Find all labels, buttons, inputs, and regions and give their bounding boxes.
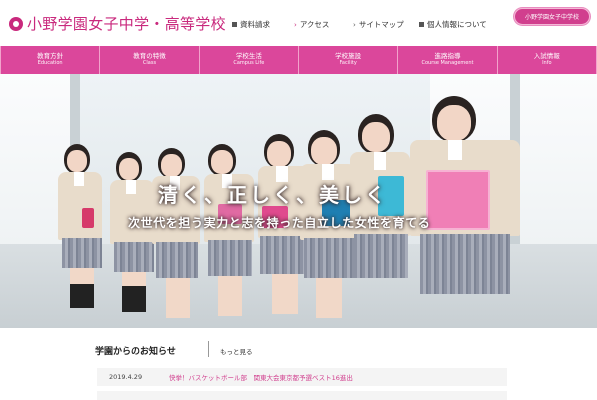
student-figure: [152, 148, 210, 328]
nav-item-course-management[interactable]: 進路指導 Course Management: [398, 46, 498, 74]
document-square-icon: [232, 22, 237, 27]
nav-item-info[interactable]: 入試情報 Info: [498, 46, 597, 74]
util-link-access[interactable]: › アクセス: [294, 19, 353, 30]
chevron-right-icon: ›: [353, 20, 356, 29]
school-name[interactable]: 小野学園女子中学・高等学校: [27, 13, 226, 34]
news-section: 学園からのお知らせ もっと見る 2019.4.29 快挙！バスケットボール部 関…: [0, 328, 597, 400]
hero-headline: 清く、正しく、美しく: [158, 183, 388, 207]
util-link-brochure[interactable]: 資料請求: [232, 19, 294, 30]
util-link-sitemap[interactable]: › サイトマップ: [353, 19, 419, 30]
site-header: 小野学園女子中学・高等学校 資料請求 › アクセス › サイトマップ 個人情報に…: [0, 0, 597, 46]
nav-item-campus-life[interactable]: 学校生活 Campus Life: [200, 46, 299, 74]
divider: [208, 341, 209, 357]
main-nav: 教育方針 Education 教育の特徴 Class 学校生活 Campus L…: [0, 46, 597, 74]
util-link-privacy[interactable]: 個人情報について: [419, 19, 499, 30]
hero-subline: 次世代を担う実力と志を持った自立した女性を育てる: [128, 216, 431, 230]
utility-nav: 資料請求 › アクセス › サイトマップ 個人情報について: [232, 19, 499, 30]
news-item[interactable]: [97, 391, 507, 400]
student-figure: [204, 144, 262, 328]
junior-high-button[interactable]: 小野学園女子中学校: [514, 8, 590, 25]
school-logo-icon[interactable]: [9, 17, 23, 31]
square-bullet-icon: [419, 22, 424, 27]
arrow-right-icon: ›: [294, 20, 297, 29]
news-item[interactable]: 2019.4.29 快挙！バスケットボール部 関東大会東京都予選ベスト16進出: [97, 368, 507, 386]
nav-item-class[interactable]: 教育の特徴 Class: [100, 46, 200, 74]
nav-item-facility[interactable]: 学校施設 Facility: [299, 46, 399, 74]
hero-image: 清く、正しく、美しく 次世代を担う実力と志を持った自立した女性を育てる: [0, 74, 597, 328]
news-link[interactable]: 快挙！バスケットボール部 関東大会東京都予選ベスト16進出: [169, 372, 353, 382]
nav-item-education[interactable]: 教育方針 Education: [0, 46, 101, 74]
student-figure: [58, 144, 114, 328]
news-more-link[interactable]: もっと見る: [220, 346, 253, 356]
news-date: 2019.4.29: [109, 373, 143, 381]
student-figure: [410, 96, 522, 328]
news-title: 学園からのお知らせ: [95, 347, 176, 357]
